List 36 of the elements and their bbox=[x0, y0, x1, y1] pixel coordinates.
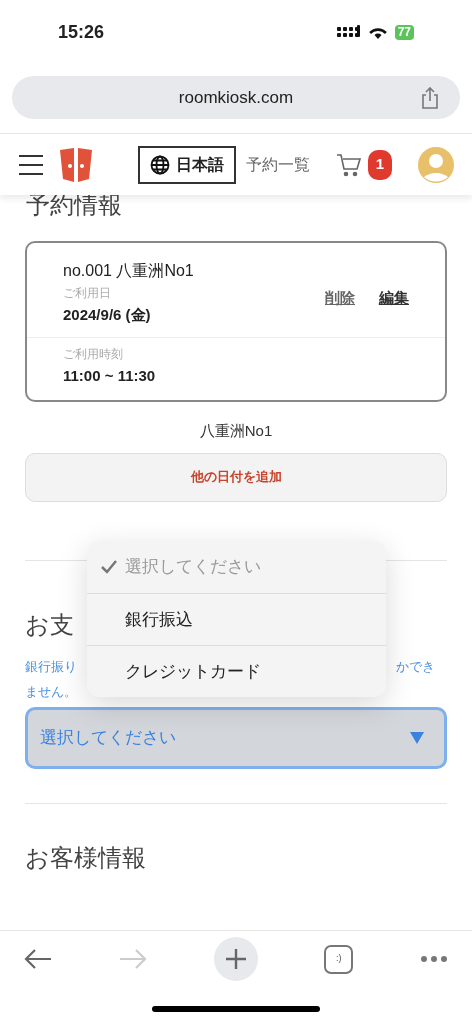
new-tab-button[interactable] bbox=[213, 937, 258, 981]
cart-icon[interactable] bbox=[336, 151, 362, 178]
wifi-icon bbox=[367, 25, 388, 39]
delete-link[interactable]: 削除 bbox=[325, 286, 355, 310]
add-date-button[interactable]: 他の日付を追加 bbox=[25, 452, 447, 502]
more-icon[interactable] bbox=[420, 955, 448, 963]
room-name: 八重洲No1 bbox=[199, 421, 273, 441]
logo-icon[interactable] bbox=[58, 146, 94, 183]
address-bar[interactable]: roomkiosk.com bbox=[12, 76, 460, 119]
section-heading: お支 bbox=[25, 609, 74, 640]
menu-icon[interactable] bbox=[18, 153, 44, 176]
time-label: ご利用時刻 bbox=[63, 346, 124, 363]
date-value: 2024/9/6 (金) bbox=[63, 305, 152, 325]
date-label: ご利用日 bbox=[63, 285, 112, 302]
payment-hint: 銀行振り bbox=[25, 657, 77, 676]
payment-hint: ません。 bbox=[25, 682, 78, 701]
room-title: no.001 八重洲No1 bbox=[63, 261, 195, 281]
section-heading: お客様情報 bbox=[25, 842, 147, 873]
cart-count-badge: 1 bbox=[368, 149, 392, 180]
status-time: 15:26 bbox=[58, 20, 105, 44]
checkmark-icon bbox=[101, 560, 117, 574]
dropdown-arrow-icon bbox=[410, 731, 424, 744]
reservations-link[interactable]: 予約一覧 bbox=[246, 152, 310, 177]
back-icon[interactable] bbox=[24, 948, 52, 970]
dropdown-option[interactable]: 銀行振込 bbox=[87, 593, 386, 645]
battery-indicator: 77 bbox=[394, 24, 414, 40]
plus-icon bbox=[224, 948, 247, 970]
globe-icon bbox=[150, 154, 170, 175]
language-button[interactable]: 日本語 bbox=[138, 145, 236, 184]
dropdown-option[interactable]: クレジットカード bbox=[87, 645, 386, 697]
payment-hint: かでき bbox=[396, 657, 435, 676]
time-value: 11:00 ~ 11:30 bbox=[63, 366, 157, 386]
tabs-button[interactable]: :) bbox=[324, 944, 354, 974]
signal-icon bbox=[336, 25, 361, 39]
share-icon[interactable] bbox=[420, 86, 440, 109]
edit-link[interactable]: 編集 bbox=[379, 286, 409, 310]
